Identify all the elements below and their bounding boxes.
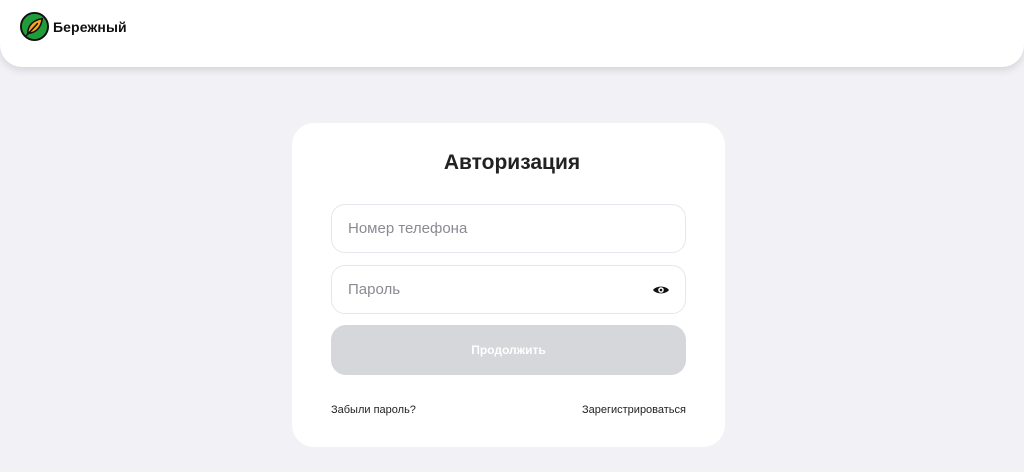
password-field[interactable] [331, 265, 686, 314]
leaf-logo-icon [20, 12, 49, 41]
password-input[interactable] [348, 266, 638, 313]
eye-icon[interactable] [651, 280, 671, 300]
brand-name: Бережный [53, 18, 127, 35]
register-link[interactable]: Зарегистрироваться [582, 404, 686, 416]
phone-input[interactable] [348, 205, 638, 252]
top-header: Бережный [0, 0, 1024, 67]
phone-field[interactable] [331, 204, 686, 253]
brand-logo-link[interactable]: Бережный [20, 12, 127, 41]
forgot-password-link[interactable]: Забыли пароль? [331, 404, 416, 416]
page-title: Авторизация [443, 151, 581, 174]
continue-button[interactable]: Продолжить [331, 325, 686, 375]
